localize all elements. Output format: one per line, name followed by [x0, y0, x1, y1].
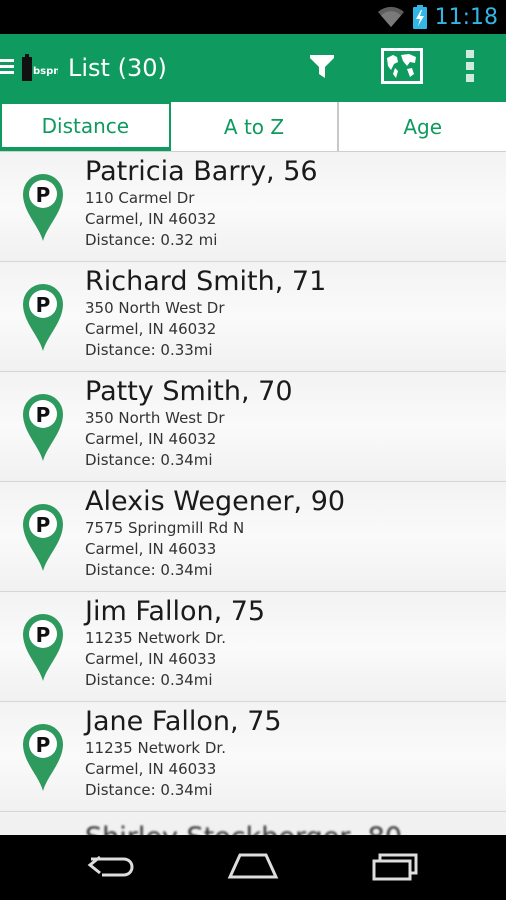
person-name: Patty Smith, 70: [85, 376, 293, 407]
person-distance: Distance: 0.33mi: [85, 341, 213, 359]
person-street: 110 Carmel Dr: [85, 189, 195, 207]
back-icon: [86, 851, 136, 885]
person-name: Patricia Barry, 56: [85, 156, 318, 187]
person-distance: Distance: 0.34mi: [85, 671, 213, 689]
app-logo[interactable]: bspn: [20, 53, 60, 83]
list-item[interactable]: P Patty Smith, 70 350 North West Dr Carmel,…: [0, 372, 506, 482]
menu-icon[interactable]: [0, 56, 16, 80]
person-distance: Distance: 0.32 mi: [85, 231, 218, 249]
navigation-bar: [0, 835, 506, 900]
person-name: Shirley Stockberger, 80: [85, 822, 402, 835]
person-name: Richard Smith, 71: [85, 266, 327, 297]
person-distance: Distance: 0.34mi: [85, 561, 213, 579]
pin-label: P: [36, 623, 51, 647]
list-item[interactable]: P Alexis Wegener, 90 7575 Springmill Rd N C…: [0, 482, 506, 592]
pin-label: P: [36, 513, 51, 537]
svg-text:bspn: bspn: [33, 66, 58, 77]
location-pin-icon: P: [21, 502, 65, 572]
filter-button[interactable]: [292, 34, 352, 102]
filter-icon: [309, 53, 335, 83]
pin-label: P: [36, 293, 51, 317]
home-button[interactable]: [218, 843, 288, 893]
people-list[interactable]: P Patricia Barry, 56 110 Carmel Dr Carmel, …: [0, 152, 506, 835]
home-icon: [226, 851, 280, 885]
overflow-icon: [466, 50, 474, 86]
pin-label: P: [36, 403, 51, 427]
location-pin-icon: P: [21, 282, 65, 352]
tab-age[interactable]: Age: [339, 102, 506, 151]
recents-icon: [370, 851, 420, 885]
person-city: Carmel, IN 46033: [85, 760, 217, 778]
sort-tabs: Distance A to Z Age: [0, 102, 506, 152]
person-street: 11235 Network Dr.: [85, 629, 226, 647]
person-city: Carmel, IN 46032: [85, 430, 217, 448]
recents-button[interactable]: [360, 843, 430, 893]
page-title: List (30): [68, 54, 167, 82]
map-button[interactable]: [372, 34, 432, 102]
person-street: 350 North West Dr: [85, 299, 225, 317]
person-name: Jim Fallon, 75: [85, 596, 266, 627]
person-city: Carmel, IN 46033: [85, 650, 217, 668]
list-item[interactable]: P Jim Fallon, 75 11235 Network Dr. Carmel, …: [0, 592, 506, 702]
person-name: Alexis Wegener, 90: [85, 486, 346, 517]
pin-label: P: [36, 183, 51, 207]
person-distance: Distance: 0.34mi: [85, 781, 213, 799]
person-city: Carmel, IN 46032: [85, 320, 217, 338]
wifi-icon: [377, 6, 405, 28]
status-bar: 11:18: [0, 0, 506, 34]
action-bar: bspn List (30): [0, 34, 506, 102]
location-pin-icon: P: [21, 612, 65, 682]
location-pin-icon: P: [21, 392, 65, 462]
person-street: 7575 Springmill Rd N: [85, 519, 245, 537]
location-pin-icon: P: [21, 722, 65, 792]
tab-distance[interactable]: Distance: [0, 102, 171, 151]
person-distance: Distance: 0.34mi: [85, 451, 213, 469]
location-pin-icon: P: [21, 172, 65, 242]
overflow-menu-button[interactable]: [452, 34, 488, 102]
person-city: Carmel, IN 46033: [85, 540, 217, 558]
map-icon: [381, 48, 423, 88]
person-city: Carmel, IN 46032: [85, 210, 217, 228]
pin-label: P: [36, 733, 51, 757]
person-street: 11235 Network Dr.: [85, 739, 226, 757]
list-item[interactable]: Shirley Stockberger, 80: [0, 812, 506, 835]
battery-icon: [412, 5, 427, 29]
person-name: Jane Fallon, 75: [85, 706, 282, 737]
person-street: 350 North West Dr: [85, 409, 225, 427]
list-item[interactable]: P Richard Smith, 71 350 North West Dr Carme…: [0, 262, 506, 372]
list-item[interactable]: P Jane Fallon, 75 11235 Network Dr. Carmel,…: [0, 702, 506, 812]
tab-a-to-z[interactable]: A to Z: [171, 102, 340, 151]
back-button[interactable]: [76, 843, 146, 893]
status-time: 11:18: [434, 4, 498, 30]
list-item[interactable]: P Patricia Barry, 56 110 Carmel Dr Carmel, …: [0, 152, 506, 262]
